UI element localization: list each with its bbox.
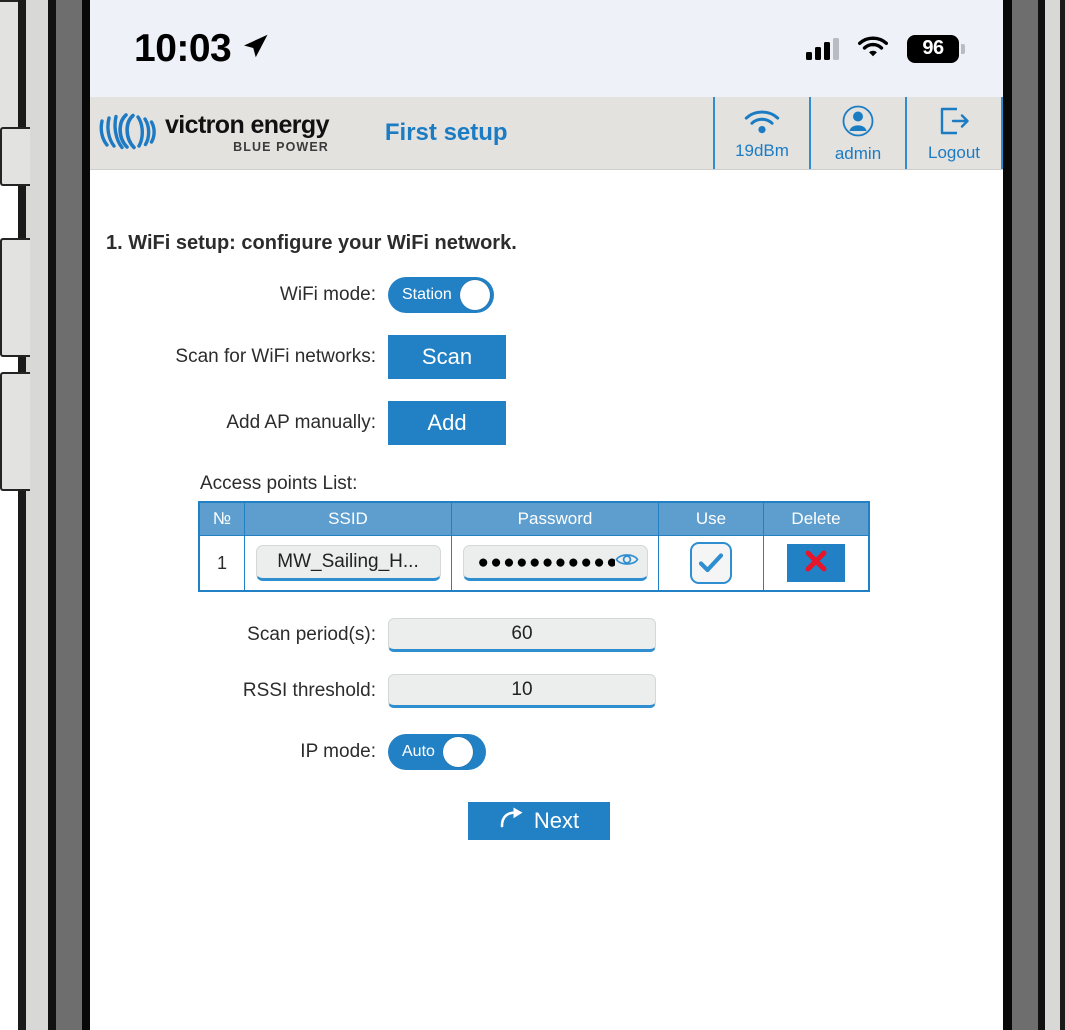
victron-logo-mark-icon (96, 108, 158, 159)
step-title: 1. WiFi setup: configure your WiFi netwo… (106, 232, 517, 254)
logo-main-text: victron energy (165, 110, 329, 139)
battery-indicator: 96 (907, 34, 965, 63)
logout-button[interactable]: Logout (905, 97, 1003, 169)
scan-label: Scan for WiFi networks: (175, 346, 376, 367)
password-input[interactable]: ●●●●●●●●●●●... (462, 545, 648, 581)
toggle-knob (442, 737, 473, 767)
delete-row-button[interactable] (787, 544, 845, 582)
password-masked-value: ●●●●●●●●●●●... (477, 552, 615, 572)
ip-mode-value: Auto (402, 743, 435, 760)
header-actions: 19dBm admin Logout (713, 97, 1003, 169)
ip-mode-row: IP mode: Auto (98, 734, 1003, 770)
battery-tip (961, 43, 965, 54)
next-row: Next (98, 802, 1003, 840)
rssi-threshold-row: RSSI threshold: 10 (98, 674, 1003, 708)
column-header-delete: Delete (763, 501, 870, 536)
next-button[interactable]: Next (468, 802, 610, 840)
frame-bezel-right (1003, 0, 1012, 1030)
access-points-table: № SSID Password Use Delete 1 MW_Sailing_… (198, 501, 870, 592)
table-row: 1 MW_Sailing_H... ●●●●●●●●●●●... (198, 535, 870, 592)
app-header: victron energy BLUE POWER First setup 19… (90, 97, 1003, 170)
wifi-mode-toggle[interactable]: Station (388, 277, 494, 313)
setup-form: 1. WiFi setup: configure your WiFi netwo… (90, 232, 1003, 840)
wifi-mode-label: WiFi mode: (279, 284, 376, 305)
toggle-knob (459, 280, 490, 310)
status-bar-left: 10:03 (134, 29, 270, 68)
scan-button[interactable]: Scan (388, 335, 506, 379)
user-icon (841, 104, 875, 143)
wifi-signal-icon (744, 108, 780, 140)
user-account-button[interactable]: admin (809, 97, 905, 169)
victron-logo: victron energy BLUE POWER (90, 97, 329, 169)
wifi-icon (857, 34, 889, 63)
wifi-mode-value: Station (402, 286, 452, 303)
column-header-no: № (198, 501, 245, 536)
volume-down-button[interactable] (0, 372, 30, 491)
logout-icon (937, 105, 971, 142)
status-bar-right: 96 (806, 34, 965, 63)
silent-switch-button[interactable] (0, 127, 30, 186)
scan-period-row: Scan period(s): 60 (98, 618, 1003, 652)
rssi-threshold-label: RSSI threshold: (242, 680, 376, 701)
next-button-label: Next (533, 808, 580, 833)
header-spacer (508, 97, 713, 169)
next-spacer (98, 802, 468, 840)
victron-logo-text: victron energy BLUE POWER (165, 110, 329, 154)
frame-bezel-left (82, 0, 90, 1030)
ip-mode-toggle[interactable]: Auto (388, 734, 486, 770)
frame-edge-left-dark (48, 0, 56, 1030)
add-ap-row: Add AP manually: Add (98, 401, 1003, 445)
access-points-caption: Access points List: (200, 473, 358, 494)
logo-sub-text: BLUE POWER (233, 139, 329, 154)
column-header-use: Use (658, 501, 764, 536)
eye-icon[interactable] (615, 551, 639, 574)
use-cell (658, 535, 764, 592)
wifi-mode-row: WiFi mode: Station (98, 277, 1003, 313)
ssid-input[interactable]: MW_Sailing_H... (255, 545, 441, 581)
add-ap-label: Add AP manually: (226, 412, 376, 433)
delete-cell (763, 535, 870, 592)
use-checkbox[interactable] (690, 542, 732, 584)
row-index: 1 (198, 535, 245, 592)
frame-edge-right-outer (1060, 0, 1065, 1030)
scan-period-label: Scan period(s): (247, 624, 376, 645)
column-header-ssid: SSID (244, 501, 452, 536)
frame-edge-right-dark (1038, 0, 1045, 1030)
ios-status-bar: 10:03 96 (90, 0, 1003, 97)
column-header-password: Password (451, 501, 659, 536)
scan-row: Scan for WiFi networks: Scan (98, 335, 1003, 379)
user-account-label: admin (834, 144, 882, 163)
battery-level-label: 96 (907, 34, 959, 63)
password-cell: ●●●●●●●●●●●... (451, 535, 659, 592)
location-arrow-icon (240, 31, 270, 66)
scan-period-input[interactable]: 60 (388, 618, 656, 652)
frame-edge-right-gray (1012, 0, 1038, 1030)
ssid-cell: MW_Sailing_H... (244, 535, 452, 592)
wifi-signal-status[interactable]: 19dBm (713, 97, 809, 169)
frame-edge-right-light (1045, 0, 1060, 1030)
forward-arrow-icon (499, 806, 527, 836)
cellular-bars-icon (806, 37, 839, 60)
frame-edge-left-gray (56, 0, 82, 1030)
ip-mode-label: IP mode: (300, 741, 376, 762)
rssi-threshold-input[interactable]: 10 (388, 674, 656, 708)
page-title: First setup (384, 119, 508, 146)
phone-screen: 10:03 96 victron energy BLUE POWER First… (90, 0, 1003, 1030)
status-bar-clock: 10:03 (134, 27, 232, 70)
red-x-icon (803, 548, 829, 579)
logout-label: Logout (928, 143, 980, 162)
add-ap-button[interactable]: Add (388, 401, 506, 445)
wifi-signal-label: 19dBm (735, 140, 789, 160)
volume-up-button[interactable] (0, 238, 30, 357)
table-header-row: № SSID Password Use Delete (198, 501, 870, 536)
